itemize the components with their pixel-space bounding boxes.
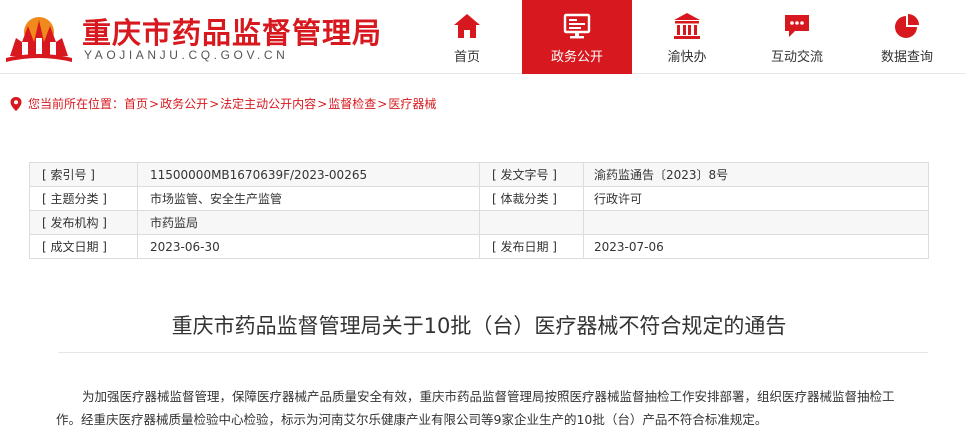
breadcrumb-statutory-disclosure[interactable]: 法定主动公开内容 bbox=[220, 95, 316, 112]
breadcrumb-home[interactable]: 首页 bbox=[124, 95, 148, 112]
table-row: [ 发布机构 ] 市药监局 bbox=[29, 210, 929, 235]
monitor-icon bbox=[563, 13, 591, 39]
nav-home[interactable]: 首页 bbox=[412, 0, 522, 74]
meta-value-publish-date: 2023-07-06 bbox=[583, 234, 929, 259]
site-header: 重庆市药品监督管理局 YAOJIANJU.CQ.GOV.CN 首页 政务公开 渝… bbox=[0, 0, 966, 74]
meta-label-written-date: [ 成文日期 ] bbox=[29, 234, 138, 259]
meta-value-doc-number: 渝药监通告〔2023〕8号 bbox=[583, 162, 929, 187]
breadcrumb-separator: > bbox=[377, 96, 388, 111]
breadcrumb-supervision[interactable]: 监督检查 bbox=[328, 95, 376, 112]
government-building-icon bbox=[674, 13, 700, 39]
site-title: 重庆市药品监督管理局 bbox=[82, 16, 383, 50]
logo-emblem-icon bbox=[6, 17, 72, 62]
document-title: 重庆市药品监督管理局关于10批（台）医疗器械不符合规定的通告 bbox=[171, 314, 787, 338]
breadcrumb-separator: > bbox=[209, 96, 220, 111]
nav-yukuaiban-label: 渝快办 bbox=[667, 50, 707, 65]
meta-label-topic: [ 主题分类 ] bbox=[29, 186, 138, 211]
meta-value-index: 11500000MB1670639F/2023-00265 bbox=[137, 162, 480, 187]
meta-value-written-date: 2023-06-30 bbox=[137, 234, 480, 259]
breadcrumb: 您当前所在位置： 首页 > 政务公开 > 法定主动公开内容 > 监督检查 > 医… bbox=[10, 95, 436, 112]
nav-interaction-label: 互动交流 bbox=[770, 50, 823, 65]
meta-label-index: [ 索引号 ] bbox=[29, 162, 138, 187]
nav-data-query-label: 数据查询 bbox=[880, 50, 933, 65]
document-meta-table: [ 索引号 ] 11500000MB1670639F/2023-00265 [ … bbox=[29, 162, 929, 259]
meta-value-genre: 行政许可 bbox=[583, 186, 929, 211]
chat-icon bbox=[785, 15, 809, 37]
breadcrumb-prefix: 您当前所在位置： bbox=[28, 97, 125, 111]
pie-chart-icon bbox=[895, 14, 919, 38]
breadcrumb-government-affairs[interactable]: 政务公开 bbox=[160, 95, 208, 112]
document-paragraph: 为加强医疗器械监督管理，保障医疗器械产品质量安全有效，重庆市药品监督管理局按照医… bbox=[56, 389, 895, 427]
meta-label-empty bbox=[479, 210, 584, 235]
nav-government-affairs[interactable]: 政务公开 bbox=[522, 0, 632, 74]
meta-label-publish-date: [ 发布日期 ] bbox=[479, 234, 584, 259]
breadcrumb-separator: > bbox=[317, 96, 328, 111]
meta-value-topic: 市场监管、安全生产监管 bbox=[137, 186, 480, 211]
table-row: [ 成文日期 ] 2023-06-30 [ 发布日期 ] 2023-07-06 bbox=[29, 234, 929, 259]
meta-label-doc-number: [ 发文字号 ] bbox=[479, 162, 584, 187]
site-logo[interactable]: 重庆市药品监督管理局 YAOJIANJU.CQ.GOV.CN bbox=[6, 8, 406, 68]
nav-government-affairs-label: 政务公开 bbox=[550, 50, 603, 65]
breadcrumb-separator: > bbox=[149, 96, 160, 111]
table-row: [ 索引号 ] 11500000MB1670639F/2023-00265 [ … bbox=[29, 162, 929, 187]
meta-value-empty bbox=[583, 210, 929, 235]
nav-yukuaiban[interactable]: 渝快办 bbox=[632, 0, 742, 74]
main-nav: 首页 政务公开 渝快办 互动交流 数据查询 bbox=[412, 0, 962, 74]
nav-home-label: 首页 bbox=[453, 50, 480, 65]
table-row: [ 主题分类 ] 市场监管、安全生产监管 [ 体裁分类 ] 行政许可 bbox=[29, 186, 929, 211]
location-pin-icon bbox=[10, 96, 22, 111]
meta-label-genre: [ 体裁分类 ] bbox=[479, 186, 584, 211]
meta-value-publisher: 市药监局 bbox=[137, 210, 480, 235]
nav-data-query[interactable]: 数据查询 bbox=[852, 0, 962, 74]
home-icon bbox=[454, 14, 480, 38]
title-divider bbox=[58, 352, 928, 353]
breadcrumb-medical-devices[interactable]: 医疗器械 bbox=[388, 95, 436, 112]
site-domain: YAOJIANJU.CQ.GOV.CN bbox=[84, 48, 289, 62]
nav-interaction[interactable]: 互动交流 bbox=[742, 0, 852, 74]
meta-label-publisher: [ 发布机构 ] bbox=[29, 210, 138, 235]
